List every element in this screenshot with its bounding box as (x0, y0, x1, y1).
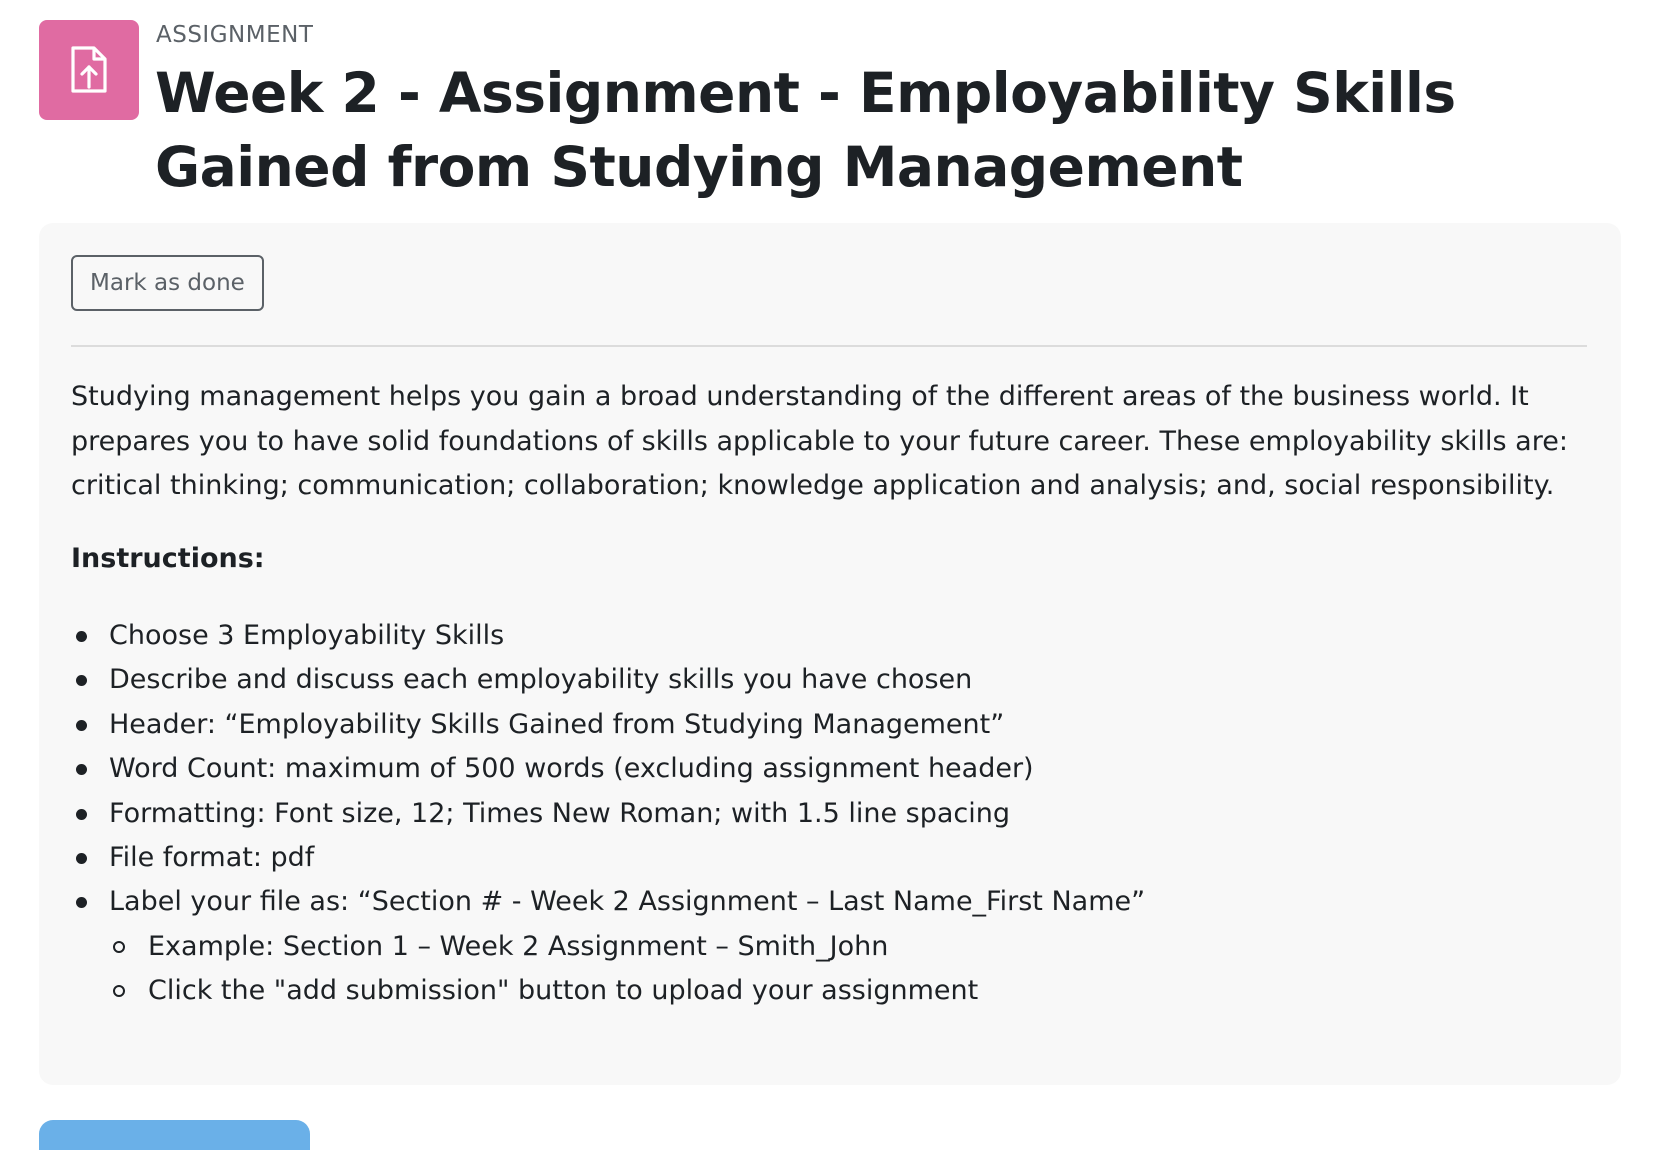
sub-list-item: Click the "add submission" button to upl… (109, 969, 1145, 1013)
assignment-panel: Mark as done Studying management helps y… (39, 223, 1621, 1085)
sub-list-item-text: Example: Section 1 – Week 2 Assignment –… (148, 930, 889, 962)
sub-list-item: Example: Section 1 – Week 2 Assignment –… (109, 925, 1145, 969)
list-item: File format: pdf (71, 836, 1145, 880)
file-upload-icon (39, 20, 139, 120)
hollow-bullet-icon (113, 940, 125, 953)
bullet-icon (76, 853, 87, 865)
instructions-heading: Instructions: (71, 543, 265, 574)
list-item: Choose 3 Employability Skills (71, 614, 1145, 658)
divider (71, 345, 1587, 347)
list-item-text: Describe and discuss each employability … (109, 664, 973, 696)
mark-as-done-button[interactable]: Mark as done (71, 255, 264, 311)
list-item: Label your file as: “Section # - Week 2 … (71, 880, 1145, 1013)
list-item-text: File format: pdf (109, 842, 315, 874)
list-item: Formatting: Font size, 12; Times New Rom… (71, 792, 1145, 836)
instructions-list: Choose 3 Employability Skills Describe a… (71, 614, 1145, 1014)
sub-instructions-list: Example: Section 1 – Week 2 Assignment –… (109, 925, 1145, 1014)
bullet-icon (76, 808, 87, 820)
assignment-description: Studying management helps you gain a bro… (71, 381, 1568, 501)
bullet-icon (76, 719, 87, 731)
list-item: Word Count: maximum of 500 words (exclud… (71, 747, 1145, 791)
list-item-text: Word Count: maximum of 500 words (exclud… (109, 753, 1034, 785)
activity-header: ASSIGNMENT Week 2 - Assignment - Employa… (39, 18, 1619, 199)
sub-list-item-text: Click the "add submission" button to upl… (148, 975, 979, 1007)
list-item: Header: “Employability Skills Gained fro… (71, 703, 1145, 747)
list-item: Describe and discuss each employability … (71, 658, 1145, 702)
add-submission-button[interactable] (39, 1120, 310, 1150)
activity-type-label: ASSIGNMENT (156, 22, 314, 48)
bullet-icon (76, 897, 87, 909)
bullet-icon (76, 764, 87, 776)
list-item-text: Choose 3 Employability Skills (109, 620, 505, 651)
bullet-icon (76, 631, 87, 642)
page-title: Week 2 - Assignment - Employability Skil… (155, 61, 1456, 199)
list-item-text: Formatting: Font size, 12; Times New Rom… (109, 797, 1011, 829)
list-item-text: Header: “Employability Skills Gained fro… (109, 708, 1005, 740)
hollow-bullet-icon (113, 985, 125, 998)
bullet-icon (76, 675, 87, 687)
list-item-text: Label your file as: “Section # - Week 2 … (109, 886, 1146, 918)
